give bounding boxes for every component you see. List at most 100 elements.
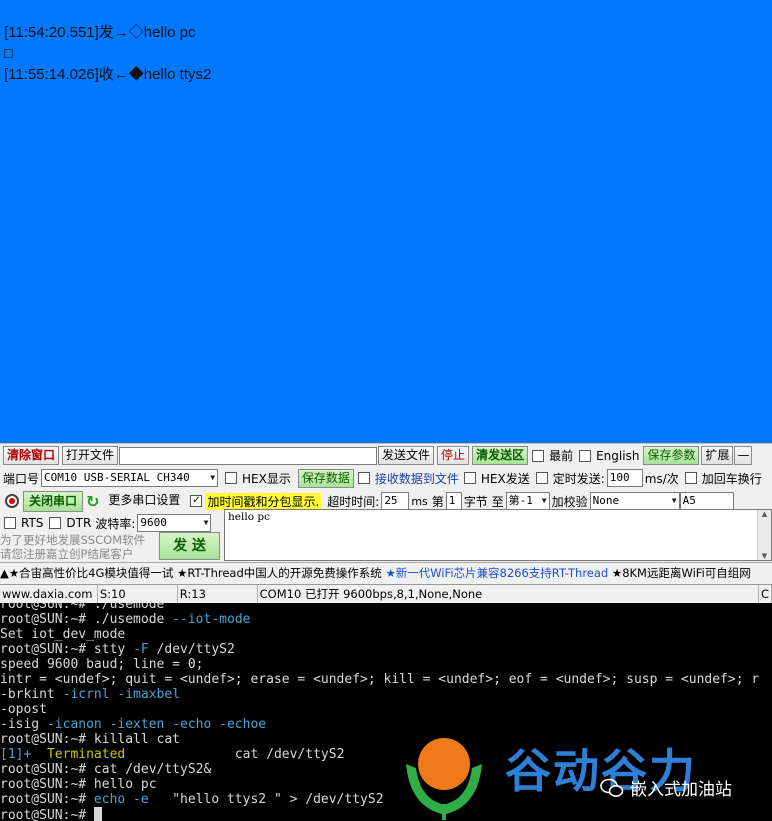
dtr-label: DTR: [66, 516, 92, 530]
more-settings-button[interactable]: 更多串口设置: [105, 492, 183, 511]
promo-text[interactable]: 为了更好地发展SSCOM软件 请您注册嘉立创P结尾客户: [0, 533, 150, 561]
topmost-label: 最前: [549, 449, 574, 463]
send-scrollbar[interactable]: ▲ ▼: [757, 510, 771, 560]
terminal-text: root@SUN:~# ./usemode: [0, 603, 165, 612]
send-text-area[interactable]: hello pc ▲ ▼: [224, 509, 772, 561]
terminal-line: speed 9600 baud; line = 0;: [0, 657, 759, 672]
timed-send-checkbox[interactable]: [535, 472, 548, 484]
byte-to-label: 字节 至: [463, 494, 504, 509]
terminal-text: -F: [133, 642, 149, 657]
terminal-text: [1]+: [0, 747, 47, 762]
hex-send-label: HEX发送: [480, 471, 530, 486]
file-path-input[interactable]: [119, 446, 378, 465]
checksum-label: 加校验: [551, 494, 588, 509]
ad-marquee[interactable]: ▲★合宙高性价比4G模块值得一试 ★RT-Thread中国人的开源免费操作系统 …: [0, 562, 772, 584]
terminal-line: Set iot_dev_mode: [0, 627, 759, 642]
timed-interval-input[interactable]: 100: [606, 469, 643, 487]
terminal-text: echo -e: [93, 792, 149, 807]
marquee-text: ▲★合宙高性价比4G模块值得一试 ★RT-Thread中国人的开源免费操作系统: [0, 566, 386, 580]
status-sent-count: S:10: [98, 585, 178, 604]
control-lines-row: RTS DTR 9600 波特率: 9600: [0, 514, 222, 532]
scroll-down-icon[interactable]: ▼: [758, 552, 771, 560]
promo-line: 请您注册嘉立创P结尾客户: [0, 547, 134, 561]
collapse-button[interactable]: —: [734, 446, 753, 465]
terminal-text: speed 9600 baud; line = 0;: [0, 657, 204, 672]
scroll-up-icon[interactable]: ▲: [758, 510, 771, 518]
terminal-line: root@SUN:~# ./usemode --iot-mode: [0, 612, 759, 627]
toolbar-row: 清除窗口 打开文件 发送文件 停止 清发送区 最前 English 保存参数 扩…: [0, 445, 772, 466]
timestamp-checkbox[interactable]: ✓: [190, 495, 203, 507]
timeout-input[interactable]: 25: [381, 492, 410, 510]
clear-window-button[interactable]: 清除窗口: [3, 446, 60, 465]
add-crlf-label: 加回车换行: [701, 471, 762, 486]
port-label: 端口号: [3, 471, 40, 486]
terminal-text: cat /dev/ttyS2: [125, 747, 345, 762]
status-bar: www.daxia.com S:10 R:13 COM10 已打开 9600bp…: [0, 584, 772, 604]
status-received-count: R:13: [178, 585, 258, 604]
terminal-text: -isig: [0, 717, 47, 732]
ms-per-label: ms/次: [644, 471, 679, 486]
checksum-extra-input[interactable]: A5: [679, 492, 734, 510]
checksum-select[interactable]: None: [589, 492, 680, 510]
add-crlf-checkbox[interactable]: [684, 472, 697, 484]
byte-end-select[interactable]: 第-1: [505, 492, 550, 510]
terminal-text: root@SUN:~#: [0, 808, 94, 821]
watermark-subtitle-group: 嵌入式加油站: [600, 775, 732, 800]
english-checkbox[interactable]: [579, 449, 592, 462]
rts-checkbox[interactable]: [4, 517, 16, 529]
promo-line: 为了更好地发展SSCOM软件: [0, 533, 146, 547]
terminal-cursor: [93, 807, 102, 821]
send-file-button[interactable]: 发送文件: [378, 446, 435, 465]
expand-button[interactable]: 扩展: [701, 446, 734, 465]
topmost-checkbox[interactable]: [532, 449, 545, 462]
byte-no-label: 第: [431, 494, 444, 509]
terminal-line: -opost: [0, 702, 759, 717]
receive-line: □: [4, 45, 14, 62]
status-port: COM10 已打开 9600bps,8,1,None,None: [258, 585, 759, 604]
terminal-text: -brkint: [0, 687, 63, 702]
receive-area[interactable]: [11:54:20.551]发→◇hello pc □ [11:55:14.02…: [0, 0, 772, 443]
stop-button[interactable]: 停止: [437, 446, 470, 465]
terminal-text: root@SUN:~# killall cat: [0, 732, 181, 747]
terminal-line: root@SUN:~#: [0, 807, 759, 821]
hex-send-checkbox[interactable]: [463, 472, 476, 484]
port-select[interactable]: COM10 USB-SERIAL CH340: [41, 469, 219, 487]
terminal-text: --iot-mode: [172, 612, 251, 627]
terminal-line: -brkint -icrnl -imaxbel: [0, 687, 759, 702]
terminal-text: -icanon -iexten -echo -echoe: [46, 717, 267, 732]
terminal-line: root@SUN:~# stty -F /dev/ttyS2: [0, 642, 759, 657]
status-site[interactable]: www.daxia.com: [0, 585, 98, 604]
terminal-text: -opost: [0, 702, 47, 717]
terminal-text: root@SUN:~# hello pc: [0, 777, 157, 792]
recv-to-file-checkbox[interactable]: [357, 472, 370, 484]
save-params-button[interactable]: 保存参数: [643, 446, 700, 465]
ms-label: ms: [411, 494, 428, 508]
send-button[interactable]: 发 送: [159, 532, 220, 560]
recv-to-file-label[interactable]: 接收数据到文件: [373, 470, 461, 487]
status-tail: C: [759, 585, 772, 604]
timeout-label: 超时时间:: [327, 494, 380, 509]
close-port-button[interactable]: 关闭串口: [23, 490, 84, 512]
receive-line: [11:54:20.551]发→◇hello pc: [4, 24, 196, 41]
wechat-icon: [600, 778, 624, 797]
byte-start-input[interactable]: 1: [445, 492, 462, 510]
terminal-text: -icrnl -imaxbel: [62, 687, 181, 702]
terminal-line: root@SUN:~# ./usemode: [0, 603, 759, 612]
watermark-subtitle: 嵌入式加油站: [630, 780, 732, 800]
hex-display-checkbox[interactable]: [225, 472, 238, 484]
baud-select[interactable]: 9600: [137, 514, 212, 532]
save-data-button[interactable]: 保存数据: [297, 468, 354, 488]
terminal-text: root@SUN:~#: [0, 612, 94, 627]
logo-icon: [406, 738, 482, 820]
refresh-icon[interactable]: ↻: [86, 492, 99, 511]
terminal-text: Set iot_dev_mode: [0, 627, 126, 642]
marquee-text: ★8KM远距离WiFi可自组网: [608, 566, 751, 580]
open-file-button[interactable]: 打开文件: [62, 446, 119, 465]
clear-send-button[interactable]: 清发送区: [472, 446, 529, 465]
dtr-checkbox[interactable]: [49, 517, 62, 529]
terminal-text: root@SUN:~# cat /dev/ttyS2&: [0, 762, 212, 777]
english-label: English: [596, 448, 640, 463]
terminal-line: -isig -icanon -iexten -echo -echoe: [0, 717, 759, 732]
terminal-text: ./usemode: [93, 612, 173, 627]
port-row: 端口号 COM10 USB-SERIAL CH340 HEX显示 保存数据 接收…: [0, 468, 772, 488]
